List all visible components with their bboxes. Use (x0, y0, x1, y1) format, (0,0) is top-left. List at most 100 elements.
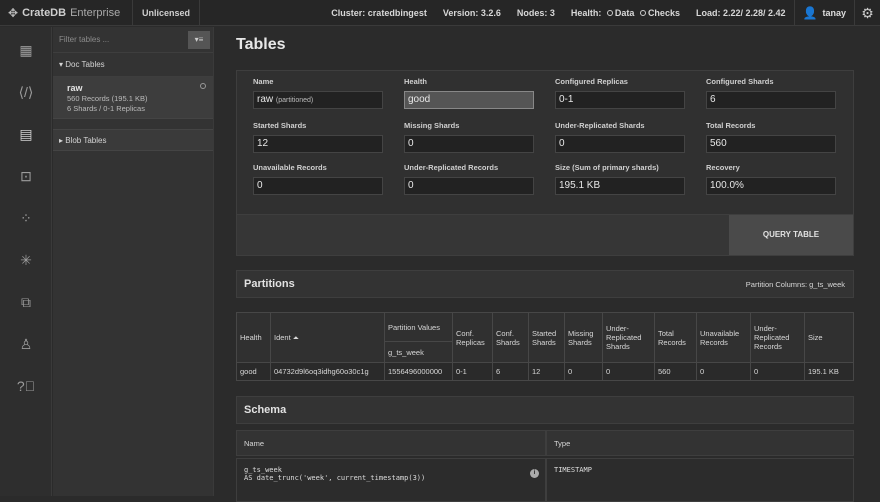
table-header-row: Health Ident ⏶ Partition Values Conf. Re… (236, 311, 854, 363)
schema-cell-type: TIMESTAMP (546, 458, 854, 502)
brand[interactable]: ✥ CrateDB Enterprise (0, 0, 132, 26)
shards-icon[interactable]: ⁘ (0, 197, 52, 239)
col-under-rep-records[interactable]: Under-Replicated Records (750, 312, 805, 363)
filter-tables-input[interactable]: Filter tables ... (59, 35, 188, 44)
field-value: 0 (404, 177, 534, 195)
col-missing-shards[interactable]: Missing Shards (564, 312, 603, 363)
col-conf-shards[interactable]: Conf. Shards (492, 312, 529, 363)
settings-gear-icon[interactable]: ⚙ (854, 0, 880, 26)
column-expression: AS date_trunc('week', current_timestamp(… (244, 474, 426, 482)
field-configured-shards: Configured Shards 6 (706, 77, 838, 109)
field-name: Name raw (partitioned) (253, 77, 385, 109)
field-label: Health (404, 77, 427, 86)
field-under-replicated-records: Under-Replicated Records 0 (404, 163, 536, 195)
col-started-shards[interactable]: Started Shards (528, 312, 565, 363)
cluster-icon[interactable]: ✳ (0, 239, 52, 281)
monitoring-icon[interactable]: ⧉ (0, 281, 52, 323)
overview-icon[interactable]: ▦ (0, 29, 52, 71)
col-unavailable-records[interactable]: Unavailable Records (696, 312, 751, 363)
field-label: Size (Sum of primary shards) (555, 163, 659, 172)
field-value: 0 (555, 135, 685, 153)
tables-icon[interactable]: ▤ (0, 113, 52, 155)
field-label: Unavailable Records (253, 163, 327, 172)
col-size[interactable]: Size (804, 312, 854, 363)
field-value: good (404, 91, 534, 109)
cluster-health: Health: Data Checks (563, 8, 688, 18)
cratedb-logo-icon: ✥ (8, 5, 19, 20)
cell-size: 195.1 KB (804, 362, 854, 381)
main-content: Tables Name raw (partitioned) Health goo… (224, 36, 864, 502)
partitioned-tag: (partitioned) (275, 97, 314, 104)
user-menu[interactable]: 👤 tanay (793, 0, 854, 26)
field-label: Started Shards (253, 121, 307, 130)
field-recovery: Recovery 100.0% (706, 163, 838, 195)
health-checks[interactable]: Checks (648, 8, 680, 18)
schema-cell-name: g_ts_week AS date_trunc('week', current_… (236, 458, 546, 502)
field-unavailable-records: Unavailable Records 0 (253, 163, 385, 195)
col-conf-replicas[interactable]: Conf. Replicas (452, 312, 493, 363)
cell-g-ts-week: 1556496000000 (384, 362, 453, 381)
cell-conf-shards: 6 (492, 362, 529, 381)
filter-sort-button[interactable]: ▾≡ (188, 30, 210, 49)
blob-tables-toggle[interactable]: ▸ Blob Tables (53, 129, 213, 151)
partitions-header: Partitions Partition Columns: g_ts_week (236, 270, 854, 298)
cell-ident: 04732d9l6oq3idhg60o30c1g (270, 362, 385, 381)
field-configured-replicas: Configured Replicas 0-1 (555, 77, 687, 109)
field-health: Health good (404, 77, 536, 109)
field-value: 0 (253, 177, 383, 195)
user-icon: 👤 (802, 5, 818, 20)
cell-missing-shards: 0 (564, 362, 603, 381)
cell-under-rep-records: 0 (750, 362, 805, 381)
data-health-icon (606, 10, 613, 17)
field-size: Size (Sum of primary shards) 195.1 KB (555, 163, 687, 195)
license-status[interactable]: Unlicensed (132, 0, 200, 26)
field-value: raw (partitioned) (253, 91, 383, 109)
sidebar-item-raw[interactable]: raw 560 Records (195.1 KB) 6 Shards / 0-… (53, 77, 213, 119)
table-row: good 04732d9l6oq3idhg60o30c1g 1556496000… (236, 362, 854, 381)
cluster-name: Cluster: cratedbingest (331, 7, 427, 18)
health-data: Data (614, 7, 635, 18)
schema-col-name[interactable]: Name (236, 430, 546, 456)
column-name: g_ts_week (244, 466, 282, 474)
field-label: Recovery (706, 163, 740, 172)
page-title: Tables (236, 36, 286, 53)
col-total-records[interactable]: Total Records (654, 312, 697, 363)
cell-conf-replicas: 0-1 (452, 362, 493, 381)
info-icon[interactable]: i (530, 469, 539, 478)
cluster-load: Load: 2.22/ 2.28/ 2.42 (695, 7, 786, 18)
field-value: 560 (706, 135, 836, 153)
col-health[interactable]: Health (236, 312, 271, 363)
top-bar: ✥ CrateDB Enterprise Unlicensed Cluster:… (0, 0, 880, 26)
username: tanay (822, 7, 846, 18)
schema-columns-header: Name Type (236, 430, 854, 456)
field-value: 0 (404, 135, 534, 153)
doc-tables-toggle[interactable]: ▾ Doc Tables (53, 53, 213, 77)
field-label: Configured Replicas (555, 77, 628, 86)
cluster-nodes: Nodes: 3 (516, 7, 555, 18)
filter-bar: Filter tables ... ▾≡ (53, 27, 213, 53)
schema-col-type[interactable]: Type (546, 430, 854, 456)
field-value: 6 (706, 91, 836, 109)
col-partition-values: Partition Values (384, 311, 453, 343)
field-total-records: Total Records 560 (706, 121, 838, 153)
query-table-button[interactable]: QUERY TABLE (729, 215, 853, 255)
users-icon[interactable]: ♙ (0, 323, 52, 365)
views-icon[interactable]: ⊡ (0, 155, 52, 197)
help-icon[interactable]: ?⃝ (0, 365, 52, 407)
console-icon[interactable]: ⟨/⟩ (0, 71, 52, 113)
partition-columns-label: Partition Columns: g_ts_week (745, 279, 845, 289)
field-label: Under-Replicated Records (404, 163, 499, 172)
field-missing-shards: Missing Shards 0 (404, 121, 536, 153)
schema-header: Schema (236, 396, 854, 424)
cell-unavailable-records: 0 (696, 362, 751, 381)
cluster-stats: Cluster: cratedbingest Version: 3.2.6 No… (323, 0, 793, 26)
table-records: 560 Records (195.1 KB) (67, 94, 148, 103)
col-g-ts-week[interactable]: g_ts_week (384, 341, 453, 363)
left-nav: ▦ ⟨/⟩ ▤ ⊡ ⁘ ✳ ⧉ ♙ ?⃝ (0, 27, 52, 496)
field-started-shards: Started Shards 12 (253, 121, 385, 153)
col-ident[interactable]: Ident ⏶ (270, 312, 385, 363)
tables-sidebar: Filter tables ... ▾≡ ▾ Doc Tables raw 56… (53, 27, 214, 496)
col-under-rep-shards[interactable]: Under-Replicated Shards (602, 312, 655, 363)
cluster-version: Version: 3.2.6 (442, 7, 501, 18)
field-label: Under-Replicated Shards (555, 121, 645, 130)
